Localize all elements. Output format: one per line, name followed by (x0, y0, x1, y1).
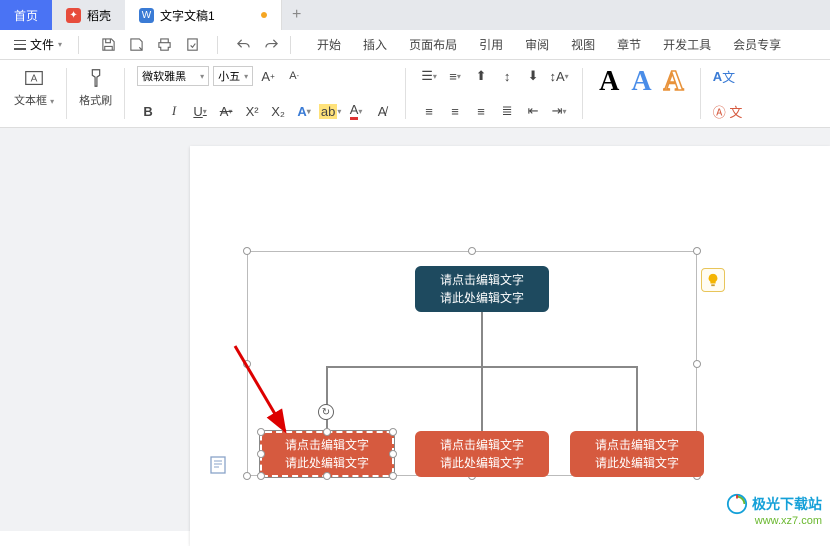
word-icon: W (139, 8, 154, 23)
align-right-button[interactable]: ≡ (470, 101, 492, 121)
textbox-button[interactable]: A 文本框 ▾ (14, 66, 54, 108)
menu-review[interactable]: 审阅 (523, 32, 551, 57)
wordart-style-2[interactable]: A (627, 66, 655, 98)
org-node-child-3[interactable]: 请点击编辑文字请此处编辑文字 (570, 431, 704, 477)
menu-references[interactable]: 引用 (477, 32, 505, 57)
node-handle[interactable] (257, 450, 265, 458)
font-color-button[interactable]: A▾ (345, 101, 367, 121)
highlight-button[interactable]: ab▾ (319, 101, 341, 121)
resize-handle-n[interactable] (468, 247, 476, 255)
text-fill-button[interactable]: A 文 (713, 66, 735, 86)
menu-view[interactable]: 视图 (569, 32, 597, 57)
text-effects-button[interactable]: A ▾ (293, 101, 315, 121)
tab-document[interactable]: W 文字文稿1 (125, 0, 282, 30)
resize-handle-sw[interactable] (243, 472, 251, 480)
menu-page-layout[interactable]: 页面布局 (407, 32, 459, 57)
menu-insert[interactable]: 插入 (361, 32, 389, 57)
save-button[interactable] (99, 36, 117, 54)
svg-text:A: A (31, 74, 38, 85)
subscript-button[interactable]: X₂ (267, 101, 289, 121)
resize-handle-nw[interactable] (243, 247, 251, 255)
redo-button[interactable] (262, 36, 280, 54)
hint-bulb-icon[interactable] (701, 268, 725, 292)
menu-developer[interactable]: 开发工具 (661, 32, 713, 57)
italic-button[interactable]: I (163, 101, 185, 121)
rotate-handle[interactable] (318, 404, 334, 420)
font-shrink-button[interactable]: A- (283, 66, 305, 86)
print-preview-button[interactable] (183, 36, 201, 54)
org-connector (481, 312, 483, 367)
align-top-button[interactable]: ⬆ (470, 66, 492, 86)
menu-membership[interactable]: 会员专享 (731, 32, 783, 57)
file-menu[interactable]: 文件 ▾ (8, 33, 68, 56)
node-handle[interactable] (389, 450, 397, 458)
org-connector (636, 366, 638, 431)
wordart-style-1[interactable]: A (595, 66, 623, 98)
tab-daoke[interactable]: ✦ 稻壳 (52, 0, 125, 30)
node-handle[interactable] (257, 472, 265, 480)
daoke-icon: ✦ (66, 8, 81, 23)
align-justify-button[interactable]: ≣ (496, 101, 518, 121)
node-handle[interactable] (323, 472, 331, 480)
document-canvas[interactable]: 请点击编辑文字请此处编辑文字 请点击编辑文字请此处编辑文字 请点击编辑文字请此处… (0, 128, 830, 531)
indent-decrease-button[interactable]: ⇤ (522, 101, 544, 121)
org-node-root[interactable]: 请点击编辑文字请此处编辑文字 (415, 266, 549, 312)
layout-options-icon[interactable] (210, 456, 226, 474)
node-handle[interactable] (323, 428, 331, 436)
indent-increase-button[interactable]: ⇥▾ (548, 101, 570, 121)
tab-home[interactable]: 首页 (0, 0, 52, 30)
format-painter-button[interactable]: 格式刷 (79, 66, 112, 108)
superscript-button[interactable]: X² (241, 101, 263, 121)
line-spacing-button[interactable]: ↕A▾ (548, 66, 570, 86)
node-handle[interactable] (389, 428, 397, 436)
org-connector (326, 366, 328, 431)
page[interactable]: 请点击编辑文字请此处编辑文字 请点击编辑文字请此处编辑文字 请点击编辑文字请此处… (190, 146, 830, 546)
bullets-button[interactable]: ☰▾ (418, 66, 440, 86)
org-node-child-1[interactable]: 请点击编辑文字请此处编辑文字 (260, 431, 394, 477)
hamburger-icon (14, 40, 26, 50)
resize-handle-w[interactable] (243, 360, 251, 368)
font-name-select[interactable]: 微软雅黑 ▾ (137, 66, 209, 86)
align-middle-button[interactable]: ↕ (496, 66, 518, 86)
menu-start[interactable]: 开始 (315, 32, 343, 57)
watermark-logo-icon (726, 493, 748, 515)
align-center-button[interactable]: ≡ (444, 101, 466, 121)
node-handle[interactable] (257, 428, 265, 436)
node-handle[interactable] (389, 472, 397, 480)
org-connector (481, 366, 483, 431)
text-outline-button[interactable]: Ⓐ 文 (713, 101, 743, 121)
org-node-child-2[interactable]: 请点击编辑文字请此处编辑文字 (415, 431, 549, 477)
save-as-button[interactable] (127, 36, 145, 54)
print-button[interactable] (155, 36, 173, 54)
align-bottom-button[interactable]: ⬇ (522, 66, 544, 86)
bold-button[interactable]: B (137, 101, 159, 121)
undo-button[interactable] (234, 36, 252, 54)
wordart-style-3[interactable]: A (660, 66, 688, 98)
align-left-button[interactable]: ≡ (418, 101, 440, 121)
unsaved-indicator (261, 12, 267, 18)
resize-handle-ne[interactable] (693, 247, 701, 255)
clear-format-button[interactable]: A̸ (371, 101, 393, 121)
strikethrough-button[interactable]: A ▾ (215, 101, 237, 121)
font-grow-button[interactable]: A+ (257, 66, 279, 86)
underline-button[interactable]: U ▾ (189, 101, 211, 121)
font-size-select[interactable]: 小五 ▾ (213, 66, 253, 86)
resize-handle-e[interactable] (693, 360, 701, 368)
menu-sections[interactable]: 章节 (615, 32, 643, 57)
watermark: 极光下载站 www.xz7.com (726, 493, 822, 527)
new-tab-button[interactable]: + (282, 0, 312, 30)
numbering-button[interactable]: ≡▾ (444, 66, 466, 86)
